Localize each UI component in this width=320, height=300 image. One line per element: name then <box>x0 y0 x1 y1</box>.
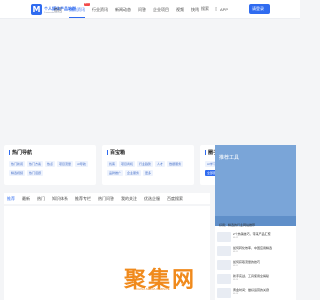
list-item-title: 如何转化效率，中国应用精选 <box>233 246 273 250</box>
watermark-subtitle: CHINA MEDIA WEBSITE <box>136 287 170 291</box>
card-accent-bar <box>9 150 10 155</box>
list-item[interactable]: 如何转化效率，中国应用精选 08-11 <box>217 246 295 256</box>
tag[interactable]: 热门方案 <box>27 161 44 167</box>
card-title: 百宝箱 <box>110 150 126 156</box>
nav-item-home[interactable]: 首页 <box>54 6 62 13</box>
list-item-text: 如何转化效率，中国应用精选 08-11 <box>233 246 272 256</box>
header-right: ⌕ 搜索 ▯ APP <box>196 6 234 12</box>
tab-knowledge[interactable]: 知识体系 <box>52 196 68 202</box>
list-item-date: 08-12 <box>233 237 239 239</box>
thumbnail <box>217 232 231 242</box>
list-item-date: 08-11 <box>233 265 238 267</box>
card-hot-nav: 热门导航 热门新闻 热门方案 热点 项目流量 AI导航 精选视频 热门话题 <box>4 145 96 185</box>
phone-icon: ▯ <box>215 6 218 11</box>
tab-hot[interactable]: 热门 <box>37 196 45 202</box>
banner-title: 推荐工具 <box>219 155 240 161</box>
tag[interactable]: 行业趋势 <box>137 161 154 167</box>
nav-item-industry[interactable]: 行业资讯 <box>92 6 108 13</box>
header-search-label: 搜索 <box>201 6 209 11</box>
list-item[interactable]: 如何获取流量的技巧 08-11 <box>217 260 295 270</box>
tag[interactable]: 企业服务 <box>125 170 142 176</box>
sidebar-list: 2个热销技巧，带来产品汇聚 08-12 如何转化效率，中国应用精选 08-11 … <box>217 232 295 300</box>
list-item-title: 如何获取流量的技巧 <box>233 260 261 264</box>
tag[interactable]: 人才 <box>155 161 166 167</box>
list-item[interactable]: 2个热销技巧，带来产品汇聚 08-12 <box>217 232 295 242</box>
tab-qa[interactable]: 热门问答 <box>98 196 114 202</box>
nav-item-hot-news[interactable]: 热点资讯 HOT <box>69 3 90 18</box>
top-header: M 个人媒体产品站群 Zuanmedia.kzh.com 首页 热点资讯 HOT … <box>0 0 300 19</box>
search-icon: ⌕ <box>196 6 199 11</box>
list-item-text: 2个热销技巧，带来产品汇聚 08-12 <box>233 232 271 242</box>
list-item-title: 新手实战，工具使用全揭秘 <box>233 274 270 278</box>
login-button[interactable]: 请登录 <box>249 4 270 14</box>
tag[interactable]: 更多 <box>143 170 154 176</box>
list-item-title: 黄金时间：做好运营的关键 <box>233 288 270 292</box>
card-toolbox: 百宝箱 找客 项目商机 行业趋势 人才 数据服务 品牌推广 企业服务 更多 <box>102 145 194 185</box>
tag[interactable]: 精选视频 <box>9 170 26 176</box>
header-app[interactable]: ▯ APP <box>215 7 228 12</box>
tag[interactable]: 品牌推广 <box>107 170 124 176</box>
list-item[interactable]: 新手实战，工具使用全揭秘 08-10 <box>217 274 295 284</box>
tab-columns[interactable]: 推荐专栏 <box>75 196 91 202</box>
header-search[interactable]: ⌕ 搜索 <box>196 6 209 12</box>
list-item-text: 新手实战，工具使用全揭秘 08-10 <box>233 274 269 284</box>
hot-badge: HOT <box>83 3 90 6</box>
list-item-title: 2个热销技巧，带来产品汇聚 <box>233 232 271 236</box>
tag[interactable]: 找客 <box>107 161 118 167</box>
tag[interactable]: 热门新闻 <box>9 161 26 167</box>
nav-item-video[interactable]: 视频 <box>176 6 184 13</box>
tag[interactable]: 热门话题 <box>27 170 44 176</box>
thumbnail <box>217 260 231 270</box>
sidebar-banner[interactable]: 推荐工具 <box>215 145 296 226</box>
tag[interactable]: 项目流量 <box>57 161 74 167</box>
card-accent-bar <box>107 150 108 155</box>
nav-item-qa[interactable]: 问答 <box>138 6 146 13</box>
tab-latest[interactable]: 最新 <box>22 196 30 202</box>
thumbnail <box>217 274 231 284</box>
tag[interactable]: 数据服务 <box>167 161 184 167</box>
main-nav: 首页 热点资讯 HOT 行业资讯 新闻动态 问答 企业项目 视频 快讯 <box>54 3 206 18</box>
card-accent-bar <box>205 150 206 155</box>
list-item-date: 08-10 <box>233 279 239 281</box>
header-app-label: APP <box>220 6 229 12</box>
tab-recommended[interactable]: 推荐 <box>7 196 15 202</box>
logo-mark: M <box>31 4 42 15</box>
banner-caption[interactable]: 好用：精选的行业网站推荐 <box>219 223 255 227</box>
thumbnail <box>217 288 231 298</box>
list-item-date: 08-10 <box>233 293 239 295</box>
list-item-text: 如何获取流量的技巧 08-11 <box>233 260 260 270</box>
nav-item-label: 热点资讯 <box>69 7 85 12</box>
tag[interactable]: 热点 <box>45 161 56 167</box>
tag-list: 找客 项目商机 行业趋势 人才 数据服务 品牌推广 企业服务 更多 <box>107 161 189 176</box>
tab-following[interactable]: 我的关注 <box>121 196 137 202</box>
tag[interactable]: 项目商机 <box>119 161 136 167</box>
list-item-date: 08-11 <box>233 251 238 253</box>
card-heading: 热门导航 <box>9 149 91 156</box>
card-heading: 百宝箱 <box>107 149 189 156</box>
tag[interactable]: AI导航 <box>75 161 88 167</box>
list-item-text: 黄金时间：做好运营的关键 08-10 <box>233 288 269 298</box>
nav-item-news[interactable]: 新闻动态 <box>115 6 131 13</box>
nav-item-projects[interactable]: 企业项目 <box>153 6 169 13</box>
tab-services[interactable]: 优选企服 <box>144 196 160 202</box>
tab-search[interactable]: 百度搜索 <box>167 196 183 202</box>
thumbnail <box>217 246 231 256</box>
list-item[interactable]: 黄金时间：做好运营的关键 08-10 <box>217 288 295 298</box>
feed-tabs: 推荐 最新 热门 知识体系 推荐专栏 热门问答 我的关注 优选企服 百度搜索 <box>4 193 210 204</box>
card-title: 热门导航 <box>12 150 33 156</box>
tag-list: 热门新闻 热门方案 热点 项目流量 AI导航 精选视频 热门话题 <box>9 161 91 176</box>
